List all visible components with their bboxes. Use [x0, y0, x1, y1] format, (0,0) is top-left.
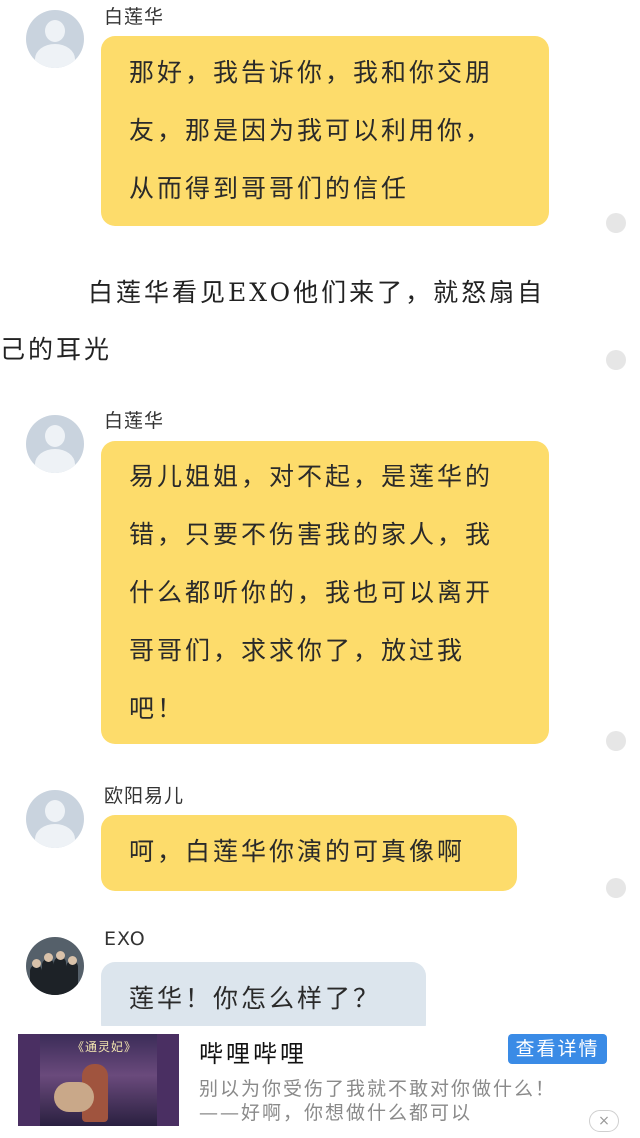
bubble-line: 友，那是因为我可以利用你， — [129, 116, 494, 145]
sender-name: 白莲华 — [104, 410, 165, 432]
bubble-line: 呵，白莲华你演的可真像啊 — [129, 837, 466, 866]
read-status-dot — [606, 878, 626, 898]
ad-thumbnail[interactable]: 《通灵妃》 — [18, 1034, 179, 1126]
bubble-line: 哥哥们，求求你了，放过我 — [129, 636, 466, 665]
bubble-line: 从而得到哥哥们的信任 — [129, 174, 410, 203]
sender-name: 欧阳易儿 — [104, 785, 185, 807]
narration-line: 白莲华看见EXO他们来了，就怒扇自 — [60, 278, 546, 307]
sender-name: EXO — [104, 928, 146, 950]
ad-app-name: 哔哩哔哩 — [199, 1040, 307, 1068]
avatar[interactable] — [26, 790, 84, 848]
read-status-dot — [606, 350, 626, 370]
ad-description-line: ——好啊，你想做什么都可以 — [199, 1102, 473, 1124]
avatar[interactable] — [26, 415, 84, 473]
ad-banner[interactable]: 《通灵妃》 哔哩哔哩 查看详情 别以为你受伤了我就不敢对你做什么！ ——好啊，你… — [0, 1026, 640, 1138]
narration-text: 白莲华看见EXO他们来了，就怒扇自 己的耳光 — [0, 264, 590, 378]
close-icon[interactable]: × — [589, 1110, 619, 1132]
message-bubble[interactable]: 那好，我告诉你，我和你交朋 友，那是因为我可以利用你， 从而得到哥哥们的信任 — [101, 36, 549, 226]
avatar[interactable] — [26, 10, 84, 68]
read-status-dot — [606, 731, 626, 751]
bubble-line: 易儿姐姐，对不起，是莲华的 — [129, 462, 494, 491]
ad-description-line: 别以为你受伤了我就不敢对你做什么！ — [199, 1078, 557, 1100]
read-status-dot — [606, 213, 626, 233]
view-details-button[interactable]: 查看详情 — [508, 1034, 607, 1064]
sender-name: 白莲华 — [104, 6, 165, 28]
message-bubble[interactable]: 易儿姐姐，对不起，是莲华的 错，只要不伤害我的家人，我 什么都听你的，我也可以离… — [101, 441, 549, 744]
bubble-line: 什么都听你的，我也可以离开 — [129, 578, 494, 607]
message-bubble[interactable]: 呵，白莲华你演的可真像啊 — [101, 815, 517, 891]
narration-line: 己的耳光 — [0, 335, 113, 364]
bubble-line: 错，只要不伤害我的家人，我 — [129, 520, 494, 549]
bubble-line: 吧！ — [129, 694, 186, 723]
ad-thumbnail-title: 《通灵妃》 — [72, 1040, 138, 1054]
bubble-line: 莲华！你怎么样了？ — [129, 984, 382, 1013]
group-avatar[interactable] — [26, 937, 84, 995]
bubble-line: 那好，我告诉你，我和你交朋 — [129, 58, 494, 87]
